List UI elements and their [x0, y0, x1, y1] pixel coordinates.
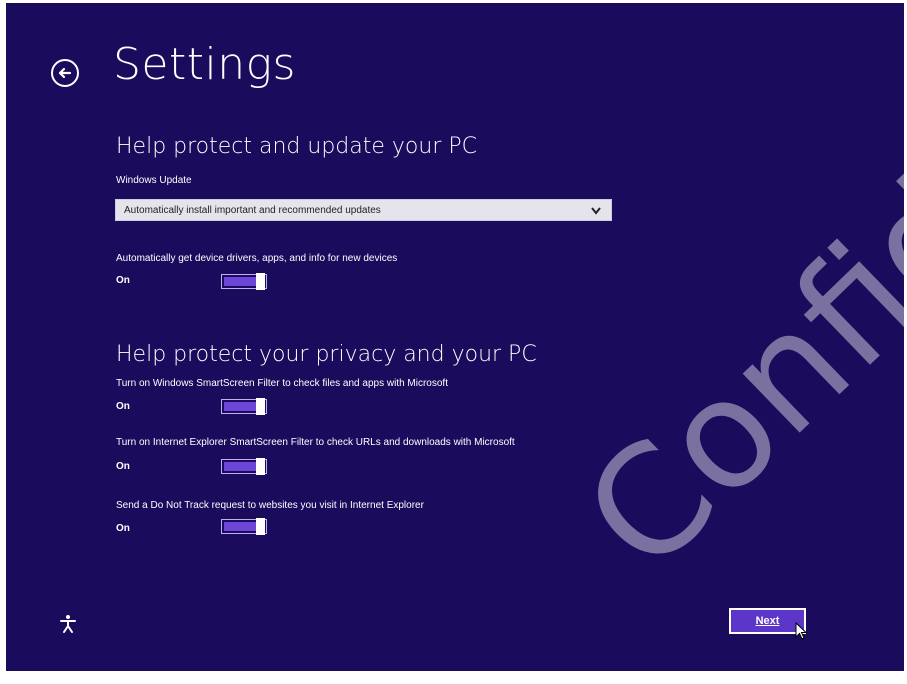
smartscreen-windows-label: Turn on Windows SmartScreen Filter to ch… [116, 378, 448, 389]
do-not-track-state: On [116, 523, 130, 534]
windows-update-select[interactable]: Automatically install important and reco… [115, 199, 612, 221]
back-button[interactable] [51, 59, 79, 87]
toggle-fill [224, 462, 256, 471]
toggle-fill [224, 402, 256, 411]
back-arrow-icon [58, 67, 72, 79]
smartscreen-ie-toggle[interactable] [221, 458, 267, 475]
toggle-fill [224, 277, 256, 286]
smartscreen-windows-toggle[interactable] [221, 398, 267, 415]
toggle-thumb [256, 398, 265, 415]
windows-update-label: Windows Update [116, 175, 192, 186]
privacy-section-title: Help protect your privacy and your PC [116, 342, 537, 367]
toggle-thumb [256, 518, 265, 535]
mouse-pointer-icon [795, 622, 807, 640]
update-section-title: Help protect and update your PC [116, 134, 477, 159]
smartscreen-ie-state: On [116, 461, 130, 472]
chevron-down-icon [591, 207, 601, 215]
toggle-thumb [256, 458, 265, 475]
setup-screen: Settings Help protect and update your PC… [6, 3, 904, 671]
drivers-toggle[interactable] [221, 273, 267, 290]
drivers-label: Automatically get device drivers, apps, … [116, 253, 398, 264]
ease-of-access-icon[interactable] [58, 614, 78, 634]
windows-update-select-value: Automatically install important and reco… [124, 205, 381, 216]
watermark-text: Confidential [552, 3, 904, 605]
toggle-thumb [256, 273, 265, 290]
toggle-fill [224, 522, 256, 531]
page-title: Settings [113, 39, 296, 90]
do-not-track-label: Send a Do Not Track request to websites … [116, 500, 424, 511]
smartscreen-ie-label: Turn on Internet Explorer SmartScreen Fi… [116, 437, 515, 448]
drivers-state: On [116, 275, 130, 286]
smartscreen-windows-state: On [116, 401, 130, 412]
do-not-track-toggle[interactable] [221, 518, 267, 535]
